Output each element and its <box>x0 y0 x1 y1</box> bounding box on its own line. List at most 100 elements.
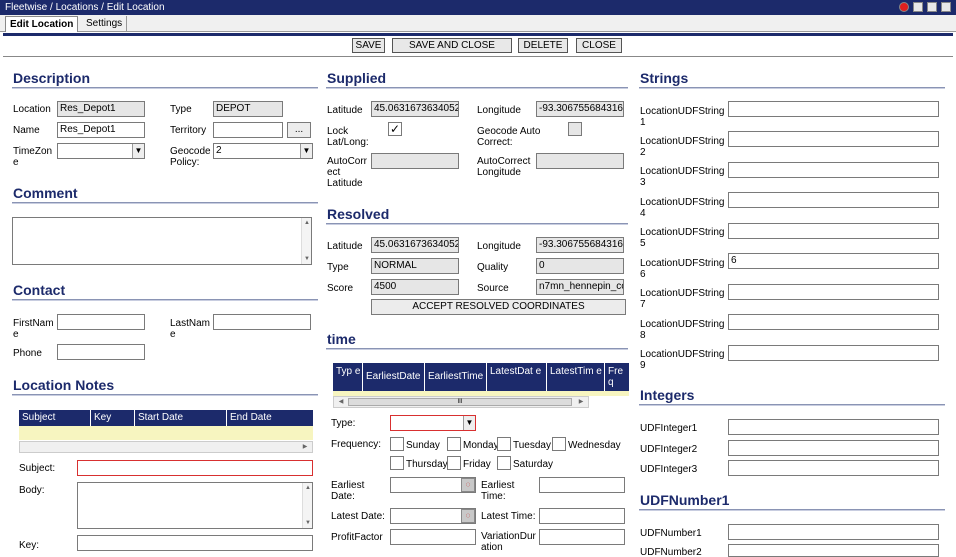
scrollbar[interactable]: ▲ ▼ <box>301 218 311 264</box>
column-header[interactable]: LatestDat e <box>487 363 547 391</box>
save-icon[interactable] <box>913 2 923 12</box>
calendar-icon[interactable]: ◌ <box>461 478 475 492</box>
udf-number-field[interactable] <box>728 524 939 540</box>
tuesday-checkbox[interactable] <box>497 437 511 451</box>
supplied-heading: Supplied <box>327 70 387 86</box>
monday-checkbox[interactable] <box>447 437 461 451</box>
save-and-close-button[interactable]: SAVE AND CLOSE <box>392 38 512 53</box>
scroll-right-icon[interactable]: ▶ <box>300 442 310 452</box>
section-divider <box>639 404 945 406</box>
udf-string-field[interactable] <box>728 284 939 300</box>
udf-string-field[interactable]: 6 <box>728 253 939 269</box>
calendar-icon[interactable]: ◌ <box>461 509 475 523</box>
time-horizontal-scrollbar[interactable]: ◀ III ▶ <box>333 396 589 408</box>
territory-field[interactable] <box>213 122 283 138</box>
dropdown-arrow-icon[interactable]: ▼ <box>132 144 144 158</box>
autocorrect-longitude-field[interactable] <box>536 153 624 169</box>
column-header[interactable]: Fre q <box>605 363 629 391</box>
accept-resolved-coordinates-button[interactable]: ACCEPT RESOLVED COORDINATES <box>371 299 626 315</box>
udf-string-field[interactable] <box>728 314 939 330</box>
resolved-latitude-field[interactable]: 45.0631673634052 <box>371 237 459 253</box>
udf-integer-field[interactable] <box>728 419 939 435</box>
type-field[interactable]: DEPOT <box>213 101 283 117</box>
phone-field[interactable] <box>57 344 145 360</box>
source-field[interactable]: n7mn_hennepin_co <box>536 279 624 295</box>
subject-field[interactable] <box>77 460 313 476</box>
firstname-field[interactable] <box>57 314 145 330</box>
save-button[interactable]: SAVE <box>352 38 385 53</box>
variation-duration-field[interactable] <box>539 529 625 545</box>
earliest-date-field[interactable]: ◌ <box>390 477 476 493</box>
comment-textarea[interactable]: ▲ ▼ <box>12 217 312 265</box>
name-field[interactable]: Res_Depot1 <box>57 122 145 138</box>
location-field[interactable]: Res_Depot1 <box>57 101 145 117</box>
resolved-type-field[interactable]: NORMAL <box>371 258 459 274</box>
supplied-longitude-field[interactable]: -93.306755684316 <box>536 101 624 117</box>
supplied-latitude-field[interactable]: 45.0631673634052 <box>371 101 459 117</box>
column-header[interactable]: End Date <box>227 410 313 426</box>
record-icon[interactable] <box>899 2 909 12</box>
timezone-select[interactable]: ▼ <box>57 143 145 159</box>
profit-factor-field[interactable] <box>390 529 476 545</box>
friday-checkbox[interactable] <box>447 456 461 470</box>
udf-number-field[interactable] <box>728 544 939 557</box>
geocode-policy-select[interactable]: 2 ▼ <box>213 143 313 159</box>
udf-string-field[interactable] <box>728 192 939 208</box>
column-header[interactable]: Start Date <box>135 410 227 426</box>
body-textarea[interactable]: ▲ ▼ <box>77 482 313 529</box>
dropdown-arrow-icon[interactable]: ▼ <box>300 144 312 158</box>
column-header[interactable]: EarliestTime <box>425 363 487 391</box>
latest-date-field[interactable]: ◌ <box>390 508 476 524</box>
thursday-checkbox[interactable] <box>390 456 404 470</box>
udf-integer-field[interactable] <box>728 460 939 476</box>
time-type-select[interactable]: ▼ <box>390 415 476 431</box>
dropdown-arrow-icon[interactable]: ▼ <box>463 416 475 430</box>
tab-edit-location[interactable]: Edit Location <box>5 16 79 32</box>
saturday-checkbox[interactable] <box>497 456 511 470</box>
close-button[interactable]: CLOSE <box>576 38 622 53</box>
section-divider <box>12 299 318 301</box>
scroll-up-icon[interactable]: ▲ <box>303 483 313 493</box>
udf-string-field[interactable] <box>728 131 939 147</box>
udf-integer-field[interactable] <box>728 440 939 456</box>
scroll-thumb[interactable]: III <box>348 398 572 406</box>
notes-horizontal-scrollbar[interactable]: ▶ <box>19 441 313 453</box>
column-header[interactable]: Typ e <box>333 363 363 391</box>
column-header[interactable]: Key <box>91 410 135 426</box>
scrollbar[interactable]: ▲ ▼ <box>302 483 312 528</box>
refresh-icon[interactable] <box>941 2 951 12</box>
delete-button[interactable]: DELETE <box>518 38 568 53</box>
territory-browse-button[interactable]: ... <box>287 122 311 138</box>
udf-string-field[interactable] <box>728 223 939 239</box>
geocode-auto-correct-checkbox[interactable] <box>568 122 582 136</box>
earliest-time-field[interactable] <box>539 477 625 493</box>
notes-grid-row[interactable] <box>19 426 313 440</box>
key-field[interactable] <box>77 535 313 551</box>
udf-number-heading: UDFNumber1 <box>640 492 730 508</box>
lock-icon[interactable] <box>927 2 937 12</box>
column-header[interactable]: EarliestDate <box>363 363 425 391</box>
latest-time-field[interactable] <box>539 508 625 524</box>
scroll-down-icon[interactable]: ▼ <box>303 518 313 528</box>
wednesday-checkbox[interactable] <box>552 437 566 451</box>
scroll-down-icon[interactable]: ▼ <box>302 254 312 264</box>
udf-string-field[interactable] <box>728 101 939 117</box>
column-header[interactable]: LatestTim e <box>547 363 605 391</box>
autocorrect-latitude-field[interactable] <box>371 153 459 169</box>
quality-field[interactable]: 0 <box>536 258 624 274</box>
resolved-longitude-field[interactable]: -93.306755684316 <box>536 237 624 253</box>
score-field[interactable]: 4500 <box>371 279 459 295</box>
udf-string-field[interactable] <box>728 162 939 178</box>
lock-latlong-checkbox[interactable]: ✓ <box>388 122 402 136</box>
column-header[interactable]: Subject <box>19 410 91 426</box>
udf-string-field[interactable] <box>728 345 939 361</box>
scroll-right-icon[interactable]: ▶ <box>576 397 586 407</box>
scroll-left-icon[interactable]: ◀ <box>336 397 346 407</box>
notes-grid-header: Subject Key Start Date End Date <box>19 410 313 426</box>
sunday-checkbox[interactable] <box>390 437 404 451</box>
lastname-field[interactable] <box>213 314 311 330</box>
scroll-up-icon[interactable]: ▲ <box>302 218 312 228</box>
time-grid-header: Typ e EarliestDate EarliestTime LatestDa… <box>333 363 629 391</box>
tab-settings[interactable]: Settings <box>82 16 128 32</box>
toolbar-divider <box>3 56 953 57</box>
